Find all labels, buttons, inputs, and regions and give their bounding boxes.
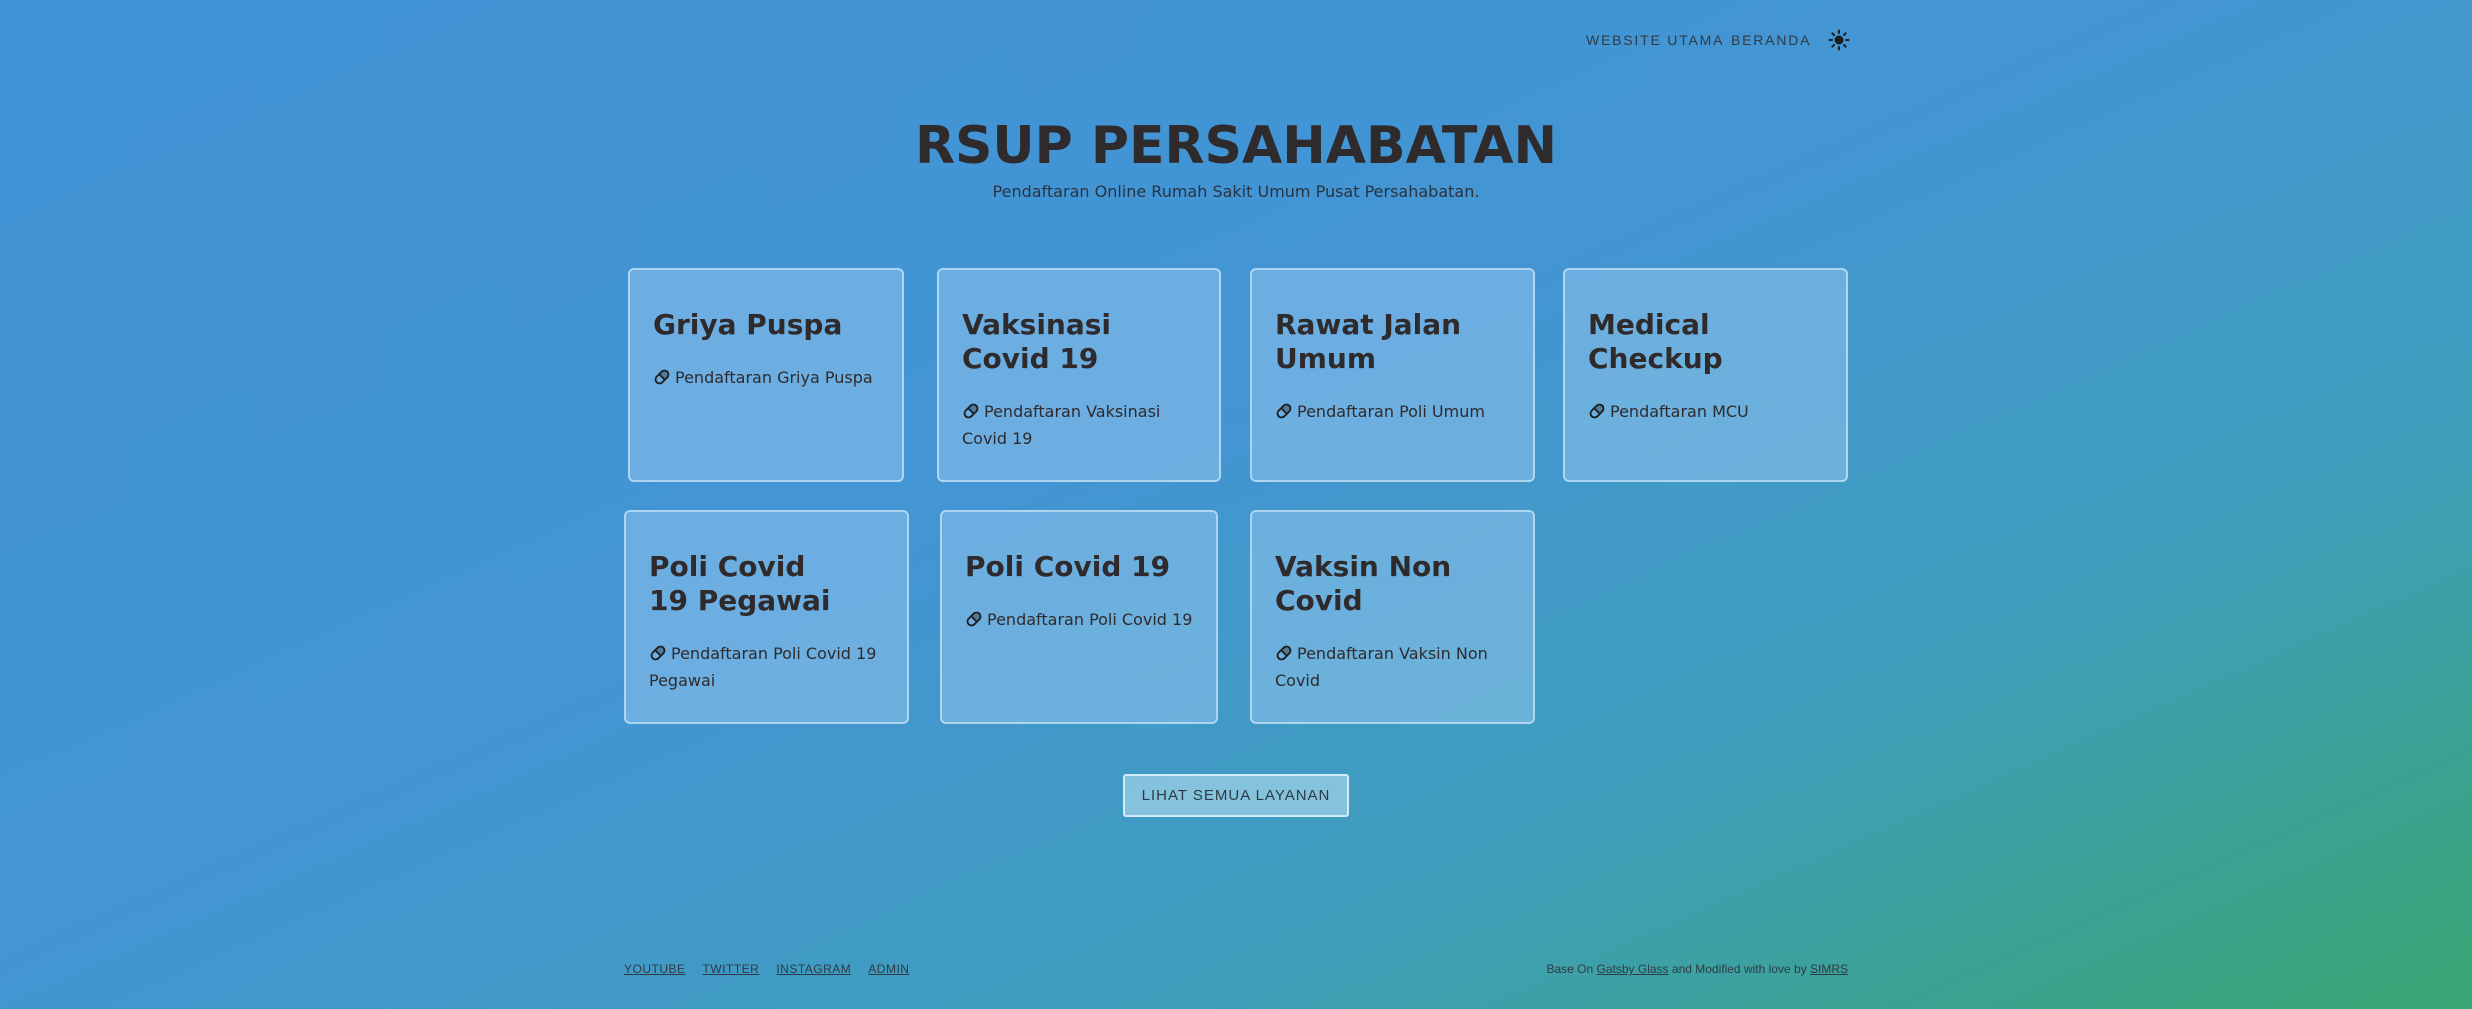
- card-description-text: Pendaftaran Vaksin Non Covid: [1275, 644, 1488, 690]
- hero: RSUP PERSAHABATAN Pendaftaran Online Rum…: [0, 110, 2472, 201]
- card-description-text: Pendaftaran MCU: [1610, 402, 1749, 421]
- card-title: Griya Puspa: [653, 308, 843, 341]
- service-card-poli-covid-19[interactable]: Poli Covid 19 Pendaftaran Poli Covid 19: [940, 510, 1218, 724]
- card-title: Poli Covid 19 Pegawai: [649, 550, 831, 617]
- service-card-vaksin-non-covid[interactable]: Vaksin Non Covid Pendaftaran Vaksin Non …: [1250, 510, 1535, 724]
- service-card-poli-covid-19-pegawai[interactable]: Poli Covid 19 Pegawai Pendaftaran Poli C…: [624, 510, 909, 724]
- card-description: Pendaftaran Vaksinasi Covid 19: [962, 400, 1197, 451]
- credit-prefix: Base On: [1546, 962, 1597, 976]
- pill-icon: [965, 610, 983, 635]
- card-title: Poli Covid 19: [965, 550, 1171, 583]
- card-title: Medical Checkup: [1588, 308, 1723, 375]
- card-description: Pendaftaran Griya Puspa: [653, 366, 880, 393]
- all-services-button[interactable]: LIHAT SEMUA LAYANAN: [1123, 774, 1349, 817]
- pill-icon: [962, 402, 980, 427]
- service-card-medical-checkup[interactable]: Medical Checkup Pendaftaran MCU: [1563, 268, 1848, 482]
- card-title: Vaksinasi Covid 19: [962, 308, 1112, 375]
- card-description-text: Pendaftaran Griya Puspa: [675, 368, 873, 387]
- service-card-vaksinasi-covid-19[interactable]: Vaksinasi Covid 19 Pendaftaran Vaksinasi…: [937, 268, 1221, 482]
- pill-icon: [1275, 644, 1293, 669]
- card-title: Vaksin Non Covid: [1275, 550, 1452, 617]
- card-description-text: Pendaftaran Vaksinasi Covid 19: [962, 402, 1161, 448]
- credit-middle: and Modified with love by: [1668, 962, 1810, 976]
- service-card-rawat-jalan-umum[interactable]: Rawat Jalan Umum Pendaftaran Poli Umum: [1250, 268, 1535, 482]
- credit-link-gatsby-glass[interactable]: Gatsby Glass: [1597, 962, 1669, 976]
- service-card-griya-puspa[interactable]: Griya Puspa Pendaftaran Griya Puspa: [628, 268, 904, 482]
- nav-link-website-utama[interactable]: WEBSITE UTAMA: [1586, 32, 1724, 48]
- card-description: Pendaftaran Vaksin Non Covid: [1275, 642, 1511, 693]
- footer-credit: Base On Gatsby Glass and Modified with l…: [1547, 962, 1849, 976]
- card-description: Pendaftaran Poli Umum: [1275, 400, 1511, 427]
- footer-social-links: YOUTUBE TWITTER INSTAGRAM ADMIN: [624, 962, 926, 976]
- top-nav: WEBSITE UTAMA BERANDA: [0, 28, 2472, 52]
- footer-link-twitter[interactable]: TWITTER: [703, 962, 760, 976]
- card-description: Pendaftaran Poli Covid 19 Pegawai: [649, 642, 885, 693]
- card-description: Pendaftaran Poli Covid 19: [965, 608, 1194, 635]
- footer-link-youtube[interactable]: YOUTUBE: [624, 962, 686, 976]
- pill-icon: [653, 368, 671, 393]
- card-title: Rawat Jalan Umum: [1275, 308, 1462, 375]
- footer-link-instagram[interactable]: INSTAGRAM: [776, 962, 851, 976]
- pill-icon: [649, 644, 667, 669]
- card-description-text: Pendaftaran Poli Covid 19: [987, 610, 1193, 629]
- footer-link-admin[interactable]: ADMIN: [868, 962, 909, 976]
- pill-icon: [1588, 402, 1606, 427]
- sun-icon[interactable]: [1827, 28, 1851, 52]
- credit-link-simrs[interactable]: SIMRS: [1810, 962, 1848, 976]
- nav-link-beranda[interactable]: BERANDA: [1731, 32, 1811, 48]
- page-title: RSUP PERSAHABATAN: [914, 116, 1558, 176]
- card-description-text: Pendaftaran Poli Umum: [1297, 402, 1485, 421]
- card-description-text: Pendaftaran Poli Covid 19 Pegawai: [649, 644, 877, 690]
- page-subtitle: Pendaftaran Online Rumah Sakit Umum Pusa…: [992, 182, 1480, 201]
- card-description: Pendaftaran MCU: [1588, 400, 1824, 427]
- pill-icon: [1275, 402, 1293, 427]
